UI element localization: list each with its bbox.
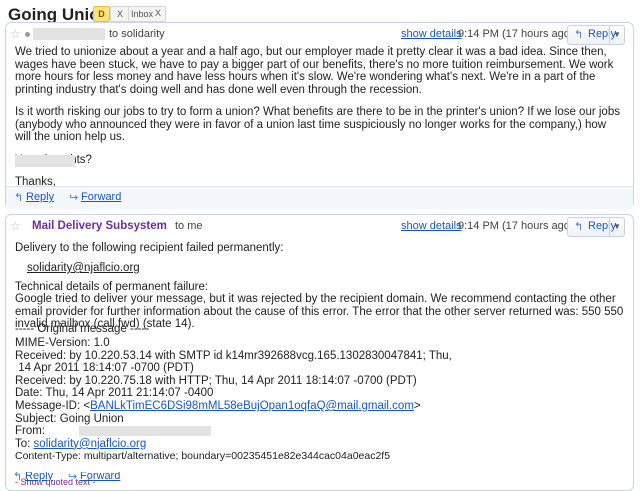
footer-forward-link[interactable]: Forward [80,472,120,481]
original-message-header: ----- Original message ----- [15,323,150,335]
recipient-line: to solidarity [109,28,165,40]
header-to-link[interactable]: solidarity@njaflcio.org [34,438,147,450]
header-to: To: solidarity@njaflcio.org [15,438,625,451]
failed-recipient-link[interactable]: solidarity@njaflcio.org [27,262,140,275]
forward-arrow-icon: ↪ [69,192,79,204]
forward-arrow-icon: ↪ [68,472,78,481]
header-to-label: To: [15,437,34,450]
sender-name[interactable]: Mail Delivery Subsystem [32,220,167,232]
reply-button[interactable]: ↰ Reply ▼ [567,217,625,237]
header-message-id: Message-ID: <BANLkTimEC6DSi98mML58eBujOp… [15,400,625,413]
reply-arrow-icon: ↰ [574,29,584,41]
header-received: Received: by 10.220.75.18 with HTTP; Thu… [15,374,417,387]
reply-arrow-icon: ↰ [13,472,23,481]
sender-redacted [33,28,105,40]
message-footer: ↰ Reply ↪ Forward [6,186,633,209]
star-icon[interactable]: ☆ [10,220,22,232]
show-details-link[interactable]: show details [401,220,462,232]
remove-label-d-button[interactable]: X [110,6,130,22]
message-footer-2: ↰ Reply ↪ Forward [5,472,632,481]
footer-reply-link[interactable]: Reply [26,191,54,203]
header-received: Received: by 10.220.53.14 with SMTP id k… [15,349,452,362]
body-paragraph: Your thoughts? [15,154,625,167]
header-content-type: Content-Type: multipart/alternative; bou… [15,450,391,463]
signature-redacted [15,155,75,167]
header-date: Date: Thu, 14 Apr 2011 21:14:07 -0400 [15,387,214,400]
message-body: We tried to unionize about a year and a … [15,46,625,199]
message-card-1: ☆ to solidarity show details 9:14 PM (17… [5,22,634,209]
bounce-intro: Delivery to the following recipient fail… [15,242,284,254]
label-d-badge[interactable]: D [93,6,110,22]
footer-forward-link[interactable]: Forward [81,191,121,203]
header-received-cont: 14 Apr 2011 18:14:07 -0700 (PDT) [15,362,194,375]
star-icon[interactable]: ☆ [10,28,22,40]
reply-dropdown-icon[interactable]: ▼ [609,26,624,44]
body-paragraph: Is it worth risking our jobs to try to f… [15,106,620,143]
original-headers: MIME-Version: 1.0 Received: by 10.220.53… [15,337,625,463]
show-details-link[interactable]: show details [401,28,462,40]
presence-dot-icon [25,32,30,37]
body-paragraph: We tried to unionize about a year and a … [15,46,614,96]
remove-label-inbox-button[interactable]: X [150,6,166,20]
footer-reply-link[interactable]: Reply [25,472,53,481]
header-mime: MIME-Version: 1.0 [15,337,110,349]
tech-details-heading: Technical details of permanent failure: [15,281,209,293]
from-redacted [79,426,211,437]
header-subject: Subject: Going Union [15,412,124,425]
header-from-label: From: [15,425,46,438]
reply-arrow-icon: ↰ [574,221,584,233]
message-id-link[interactable]: BANLkTimEC6DSi98mML58eBujOpan1oqfaQ@mail… [90,400,414,412]
header-from: From: [15,425,625,438]
reply-arrow-icon: ↰ [14,192,24,204]
message-time: 9:14 PM (17 hours ago) [458,28,574,40]
header-message-id-close: > [413,399,421,412]
reply-button[interactable]: ↰ Reply ▼ [567,25,625,45]
message-card-2: ☆ Mail Delivery Subsystem to me show det… [5,214,634,491]
reply-dropdown-icon[interactable]: ▼ [609,218,624,236]
message-time: 9:14 PM (17 hours ago) [458,220,574,232]
header-message-id-label: Message-ID: < [15,399,91,412]
recipient-line: to me [175,220,203,232]
